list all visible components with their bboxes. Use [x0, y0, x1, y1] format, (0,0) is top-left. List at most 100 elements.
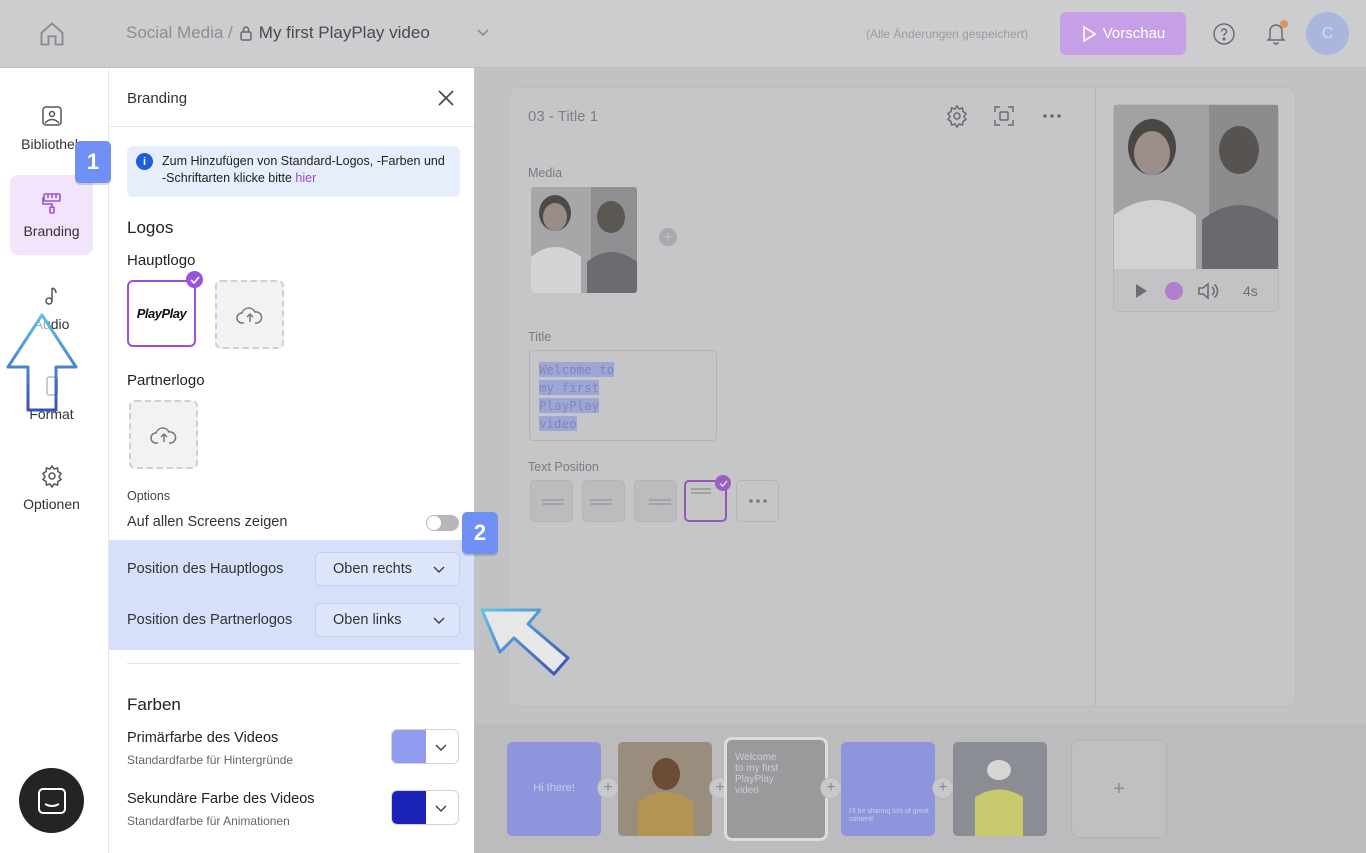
title-line: video [539, 416, 577, 431]
lock-icon [240, 26, 252, 41]
slide-caption: I’ll be sharing lots of great content! [849, 808, 929, 823]
music-note-icon [44, 287, 57, 305]
breadcrumb-parent[interactable]: Social Media / [126, 23, 233, 43]
media-label: Media [528, 166, 563, 180]
text-position-center-button[interactable] [582, 480, 625, 522]
settings-icon[interactable] [945, 104, 969, 128]
home-icon[interactable] [38, 20, 66, 48]
tutorial-arrow-cursor-icon [480, 608, 570, 676]
chat-icon [37, 787, 66, 814]
main-logo-position-label: Position des Hauptlogos [127, 561, 284, 577]
title-label: Title [528, 330, 552, 344]
chevron-down-icon [435, 744, 447, 752]
chevron-down-icon[interactable] [476, 28, 490, 38]
upload-main-logo-button[interactable] [215, 280, 284, 349]
play-icon[interactable] [1133, 283, 1149, 299]
slide-title: 03 - Title 1 [528, 108, 599, 125]
add-media-button[interactable]: + [659, 228, 677, 246]
chat-button[interactable] [19, 768, 84, 833]
secondary-color-picker[interactable] [391, 790, 459, 825]
text-position-more-button[interactable] [736, 480, 779, 522]
progress-dot[interactable] [1165, 282, 1183, 300]
colors-heading: Farben [127, 695, 181, 714]
slide-caption: Welcome to my first PlayPlay video [735, 752, 779, 796]
tutorial-step-badge: 1 [75, 141, 111, 183]
slide-caption: Hi there! [533, 782, 575, 794]
add-slide-between-button[interactable]: + [597, 777, 619, 799]
main-logo-text: PlayPlay [136, 306, 187, 321]
main-logo-position-select[interactable]: Oben rechts [315, 552, 460, 586]
title-line: Welcome to [539, 362, 615, 377]
avatar[interactable]: C [1306, 12, 1349, 55]
preview-button[interactable]: Vorschau [1060, 12, 1186, 55]
timeline-slide-selected[interactable]: Welcome to my first PlayPlay video [724, 737, 828, 841]
preview-photo[interactable] [1114, 105, 1278, 269]
timeline-slide[interactable]: I’ll be sharing lots of great content! [841, 742, 935, 836]
notification-dot [1280, 20, 1288, 28]
play-outline-icon [1082, 25, 1097, 42]
add-slide-button[interactable]: + [1071, 740, 1167, 838]
divider [127, 663, 460, 664]
image-library-icon [41, 106, 62, 126]
more-icon[interactable] [1040, 104, 1064, 128]
secondary-color-title: Sekundäre Farbe des Videos [127, 791, 315, 807]
timeline-slide[interactable] [618, 742, 712, 836]
divider [1095, 87, 1096, 707]
cloud-upload-icon [149, 426, 176, 444]
main-logo-label: Hauptlogo [127, 252, 196, 269]
volume-icon[interactable] [1197, 281, 1219, 301]
close-icon[interactable] [436, 88, 456, 108]
logos-heading: Logos [127, 218, 174, 237]
panel-title: Branding [127, 90, 188, 107]
media-thumbnail[interactable] [531, 187, 637, 293]
tutorial-arrow-up-icon [6, 313, 78, 412]
text-position-left-button[interactable] [530, 480, 573, 522]
branding-panel: Branding Zum Hinzufügen von Standard-Log… [108, 68, 474, 853]
timeline-slide[interactable] [953, 742, 1047, 836]
left-nav: Bibliothek Branding Audio Format Optione… [0, 68, 108, 853]
partner-logo-position-select[interactable]: Oben links [315, 603, 460, 637]
title-text: Welcome to my first PlayPlay video [539, 361, 615, 433]
toggle-knob [427, 516, 441, 530]
duration-label: 4s [1243, 283, 1258, 299]
slide-photo [953, 742, 1047, 836]
paint-roller-icon [41, 193, 61, 214]
slide-photo [618, 742, 712, 836]
chevron-down-icon [433, 566, 445, 574]
swap-layout-icon[interactable] [992, 104, 1016, 128]
upload-partner-logo-button[interactable] [129, 400, 198, 469]
chevron-down-icon [435, 805, 447, 813]
partner-logo-label: Partnerlogo [127, 372, 205, 389]
title-line: PlayPlay [539, 398, 600, 413]
check-icon [715, 475, 731, 491]
select-value: Oben rechts [333, 561, 412, 577]
cloud-upload-icon [235, 306, 262, 324]
text-position-label: Text Position [528, 460, 599, 474]
sidebar-item-label: Bibliothek [21, 136, 82, 152]
main-logo-card[interactable]: PlayPlay [127, 280, 196, 347]
select-value: Oben links [333, 612, 402, 628]
add-slide-between-button[interactable]: + [820, 777, 842, 799]
sidebar-item-optionen[interactable]: Optionen [10, 448, 93, 528]
info-icon: i [136, 153, 153, 170]
add-slide-between-button[interactable]: + [932, 777, 954, 799]
secondary-color-subtitle: Standardfarbe für Animationen [127, 814, 290, 828]
options-label: Options [127, 489, 171, 503]
timeline-slide[interactable]: Hi there! [507, 742, 601, 836]
more-icon [749, 499, 767, 503]
sidebar-item-label: Branding [23, 223, 80, 239]
secondary-color-swatch [392, 791, 426, 824]
info-link[interactable]: hier [295, 171, 316, 185]
media-photo [531, 187, 637, 293]
sidebar-item-label: Optionen [23, 496, 80, 512]
chevron-down-icon [433, 617, 445, 625]
sidebar-item-branding[interactable]: Branding [10, 175, 93, 255]
primary-color-picker[interactable] [391, 729, 459, 764]
help-icon[interactable] [1212, 22, 1236, 46]
document-title[interactable]: My first PlayPlay video [259, 23, 430, 43]
show-all-screens-label: Auf allen Screens zeigen [127, 514, 288, 530]
text-position-right-button[interactable] [634, 480, 677, 522]
gear-icon [41, 464, 62, 488]
info-box: Zum Hinzufügen von Standard-Logos, -Farb… [127, 146, 460, 197]
tutorial-step-badge: 2 [462, 512, 498, 554]
